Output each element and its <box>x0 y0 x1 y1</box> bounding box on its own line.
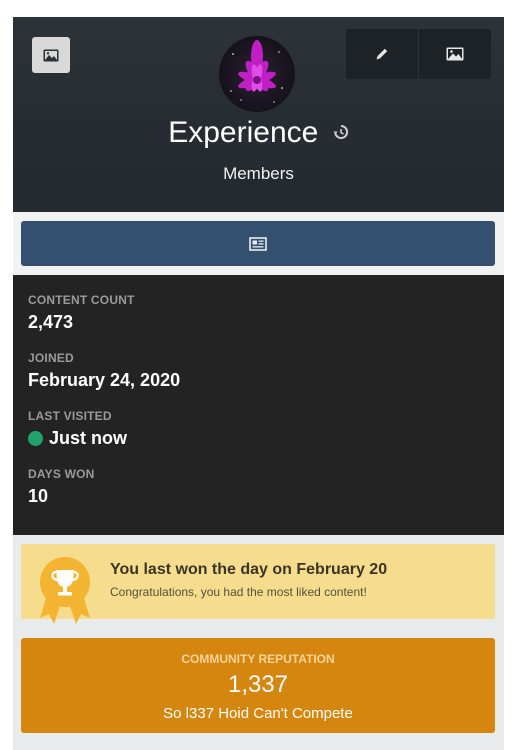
member-group: Members <box>223 164 294 183</box>
stat-value: Just now <box>28 428 127 449</box>
trophy-icon <box>38 554 92 628</box>
stat-joined: JOINED February 24, 2020 <box>28 351 180 391</box>
profile-header: Experience Members <box>13 17 504 212</box>
stat-label: JOINED <box>28 351 74 365</box>
reputation-label: COMMUNITY REPUTATION <box>181 652 335 666</box>
image-icon <box>43 49 59 61</box>
profile-name: Experience <box>168 116 319 149</box>
stat-label: DAYS WON <box>28 467 95 481</box>
flower-image <box>230 40 283 103</box>
newspaper-icon <box>249 236 267 251</box>
reputation-title: So l337 Hoid Can't Compete <box>163 705 353 722</box>
stat-label: LAST VISITED <box>28 409 112 423</box>
day-won-title: You last won the day on February 20 <box>110 561 388 578</box>
profile-tools <box>346 29 491 79</box>
edit-profile-button[interactable] <box>346 29 418 79</box>
stat-content-count: CONTENT COUNT 2,473 <box>28 293 135 333</box>
cover-photo-button[interactable] <box>32 37 70 73</box>
stat-last-visited: LAST VISITED Just now <box>28 409 127 449</box>
change-cover-button[interactable] <box>418 29 491 79</box>
online-status-dot <box>28 431 43 446</box>
profile-card: Experience Members CONTENT COUNT 2,473 J… <box>13 17 504 750</box>
stat-value: February 24, 2020 <box>28 370 181 390</box>
pencil-icon <box>376 48 388 60</box>
activity-button[interactable] <box>21 221 495 266</box>
avatar[interactable] <box>219 36 295 112</box>
day-won-banner: You last won the day on February 20 Cong… <box>21 544 495 624</box>
stat-days-won: DAYS WON 10 <box>28 467 95 507</box>
stat-value: 2,473 <box>28 312 74 332</box>
history-icon[interactable] <box>333 124 349 145</box>
profile-stats: CONTENT COUNT 2,473 JOINED February 24, … <box>13 275 504 535</box>
stat-value: 10 <box>28 486 49 506</box>
image-icon <box>446 47 464 61</box>
stat-label: CONTENT COUNT <box>28 293 135 307</box>
profile-name-row: Experience <box>13 116 504 150</box>
reputation-badge: COMMUNITY REPUTATION 1,337 So l337 Hoid … <box>21 638 495 733</box>
day-won-subtitle: Congratulations, you had the most liked … <box>110 585 367 599</box>
reputation-value: 1,337 <box>227 671 289 698</box>
